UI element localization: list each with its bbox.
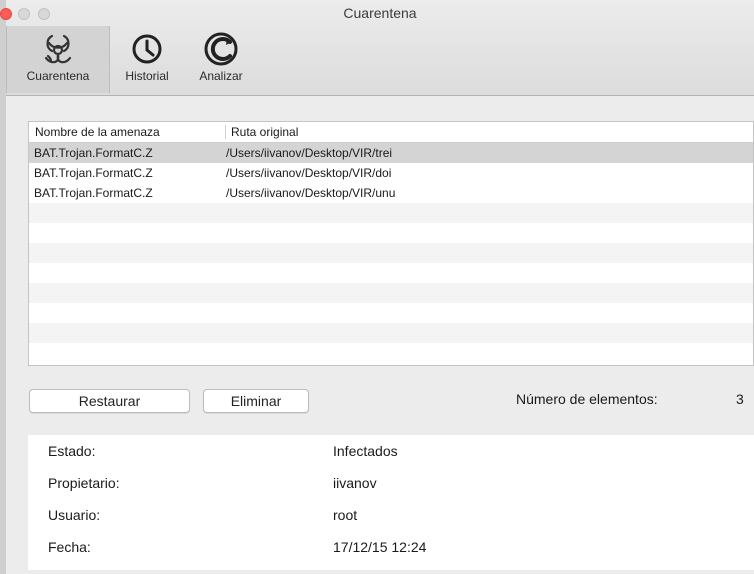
detail-row-propietario: Propietario: iivanov — [28, 475, 754, 495]
quarantine-table[interactable]: Nombre de la amenaza Ruta original BAT.T… — [28, 121, 754, 366]
detail-value: iivanov — [333, 475, 377, 491]
window-title: Cuarentena — [343, 5, 417, 21]
original-path: /Users/iivanov/Desktop/VIR/doi — [226, 166, 392, 180]
quarantine-window: Cuarentena Cuarentena Historial Analizar… — [0, 0, 754, 574]
empty-row — [29, 223, 753, 243]
table-row[interactable]: BAT.Trojan.FormatC.Z /Users/iivanov/Desk… — [29, 143, 753, 163]
toolbar-item-label: Cuarentena — [26, 69, 90, 83]
empty-row — [29, 303, 753, 323]
detail-row-usuario: Usuario: root — [28, 507, 754, 527]
toolbar-item-label: Analizar — [199, 69, 243, 83]
empty-row — [29, 263, 753, 283]
threat-name: BAT.Trojan.FormatC.Z — [34, 146, 153, 160]
table-row[interactable]: BAT.Trojan.FormatC.Z /Users/iivanov/Desk… — [29, 183, 753, 203]
titlebar-toolbar: Cuarentena Cuarentena Historial Analizar — [0, 0, 754, 96]
empty-row — [29, 343, 753, 363]
column-header-path[interactable]: Ruta original — [225, 125, 298, 139]
table-header: Nombre de la amenaza Ruta original — [29, 122, 753, 143]
toolbar-item-historial[interactable]: Historial — [116, 26, 178, 93]
toolbar-item-cuarentena[interactable]: Cuarentena — [6, 26, 110, 93]
detail-key: Usuario: — [48, 507, 101, 523]
detail-row-estado: Estado: Infectados — [28, 443, 754, 463]
toolbar-item-label: Historial — [125, 69, 169, 83]
clock-icon — [132, 34, 162, 64]
detail-row-fecha: Fecha: 17/12/15 12:24 — [28, 539, 754, 559]
threat-name: BAT.Trojan.FormatC.Z — [34, 186, 153, 200]
toolbar-item-analizar[interactable]: Analizar — [192, 26, 250, 93]
detail-key: Fecha: — [48, 539, 91, 555]
empty-row — [29, 323, 753, 343]
scan-icon — [204, 32, 238, 66]
empty-row — [29, 243, 753, 263]
detail-key: Propietario: — [48, 475, 120, 491]
threat-name: BAT.Trojan.FormatC.Z — [34, 166, 153, 180]
item-count-label: Número de elementos: — [516, 391, 658, 407]
detail-value: 17/12/15 12:24 — [333, 539, 427, 555]
restore-button[interactable]: Restaurar — [29, 389, 190, 413]
table-body: BAT.Trojan.FormatC.Z /Users/iivanov/Desk… — [29, 143, 753, 365]
table-row[interactable]: BAT.Trojan.FormatC.Z /Users/iivanov/Desk… — [29, 163, 753, 183]
original-path: /Users/iivanov/Desktop/VIR/trei — [226, 146, 393, 160]
detail-key: Estado: — [48, 443, 96, 459]
column-header-threat[interactable]: Nombre de la amenaza — [35, 125, 160, 139]
detail-value: Infectados — [333, 443, 398, 459]
content-area: Nombre de la amenaza Ruta original BAT.T… — [6, 96, 754, 574]
item-count-value: 3 — [736, 391, 744, 407]
details-panel: Estado: Infectados Propietario: iivanov … — [28, 435, 754, 570]
detail-value: root — [333, 507, 358, 523]
empty-row — [29, 203, 753, 223]
delete-button[interactable]: Eliminar — [203, 389, 309, 413]
empty-row — [29, 283, 753, 303]
original-path: /Users/iivanov/Desktop/VIR/unu — [226, 186, 396, 200]
biohazard-icon — [44, 34, 72, 64]
